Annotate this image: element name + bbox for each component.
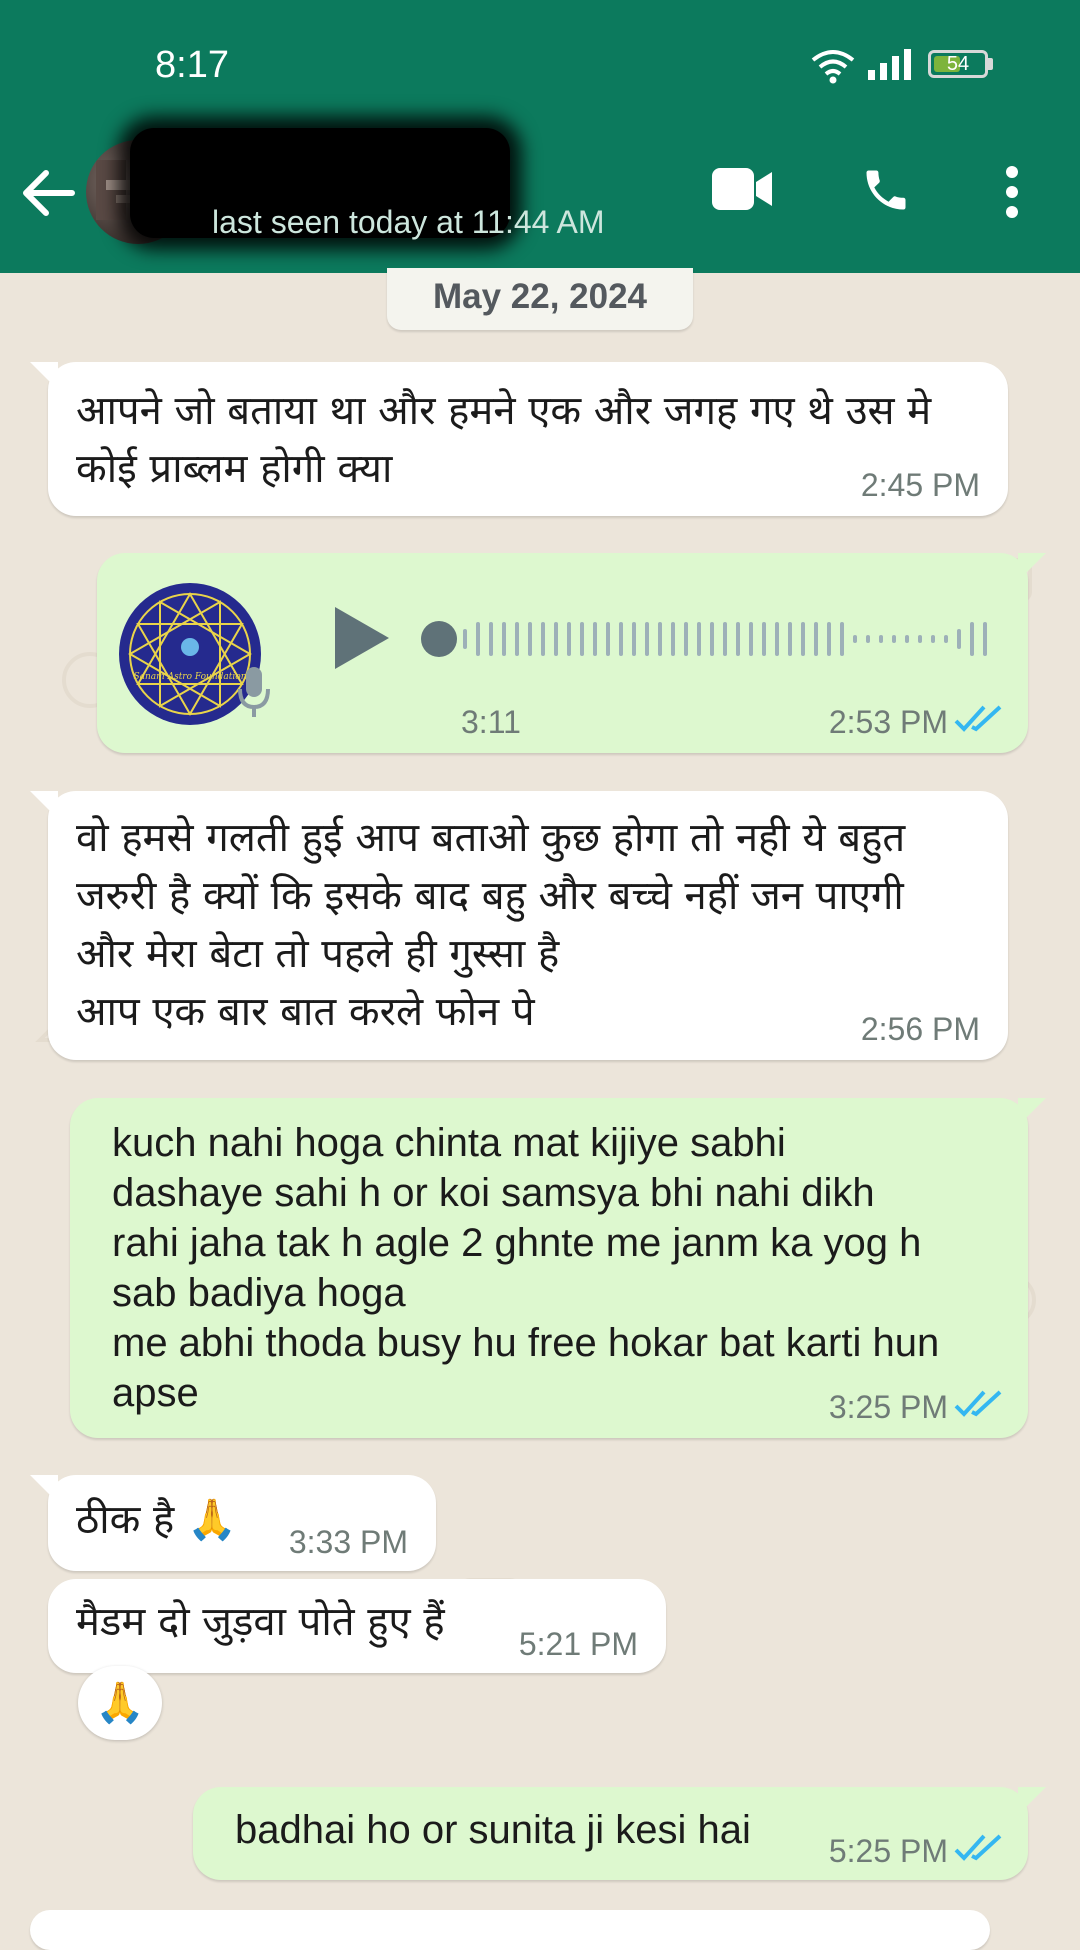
waveform-bar — [619, 622, 623, 656]
wifi-icon — [811, 50, 855, 84]
battery-level: 54 — [946, 53, 970, 75]
waveform-bar — [515, 622, 519, 656]
waveform-bar — [606, 622, 610, 656]
message-outgoing[interactable]: badhai ho or sunita ji kesi hai 5:25 PM — [193, 1787, 1046, 1880]
waveform-bar — [788, 622, 792, 656]
waveform-bar — [554, 622, 558, 656]
message-incoming[interactable]: ठीक है 🙏 3:33 PM — [30, 1475, 436, 1571]
voice-avatar-text: Sanam Astro Foundation — [133, 672, 246, 682]
waveform-bar — [463, 629, 467, 649]
waveform-bar — [970, 622, 974, 656]
message-time: 2:56 PM — [860, 1011, 980, 1047]
waveform-bar — [489, 622, 493, 656]
message-incoming-partial[interactable] — [30, 1910, 990, 1950]
waveform-bar — [931, 635, 935, 643]
back-arrow-icon[interactable] — [18, 165, 78, 221]
battery-icon: 54 — [928, 50, 988, 78]
message-incoming[interactable]: आपने जो बताया था और हमने एक और जगह गए थे… — [30, 362, 1008, 516]
waveform-bar — [671, 622, 675, 656]
waveform-bar — [918, 635, 922, 643]
status-time: 8:17 — [155, 44, 229, 86]
waveform-bar — [580, 622, 584, 656]
read-receipt-icon — [954, 1834, 1002, 1861]
waveform-bar — [905, 635, 909, 643]
waveform-bar — [593, 622, 597, 656]
waveform-bar — [736, 622, 740, 656]
waveform-bar — [632, 622, 636, 656]
voice-message[interactable]: Sanam Astro Foundation 3:11 2:53 PM — [97, 553, 1046, 753]
message-time: 2:45 PM — [860, 467, 980, 503]
waveform-bar — [645, 622, 649, 656]
read-receipt-icon — [954, 705, 1002, 732]
waveform-bar — [749, 622, 753, 656]
last-seen-status: last seen today at 11:44 AM — [212, 204, 605, 240]
read-receipt-icon — [954, 1390, 1002, 1417]
date-separator: May 22, 2024 — [387, 268, 693, 330]
waveform-bar — [775, 622, 779, 656]
phone-icon[interactable] — [860, 164, 912, 216]
waveform-bar — [853, 635, 857, 643]
microphone-icon — [238, 667, 270, 717]
waveform-bar — [814, 622, 818, 656]
waveform-bar — [827, 622, 831, 656]
message-time: 5:25 PM — [828, 1833, 948, 1869]
waveform-bar — [697, 622, 701, 656]
video-call-icon[interactable] — [712, 168, 772, 210]
message-text: kuch nahi hoga chinta mat kijiye sabhi d… — [112, 1121, 940, 1415]
signal-icon — [868, 49, 911, 80]
waveform-bar — [866, 635, 870, 643]
waveform-bar — [567, 622, 571, 656]
voice-duration: 3:11 — [461, 704, 521, 740]
voice-waveform[interactable] — [419, 613, 999, 665]
message-time: 5:21 PM — [518, 1626, 638, 1662]
waveform-bar — [723, 622, 727, 656]
play-icon[interactable] — [331, 605, 391, 671]
waveform-bar — [957, 629, 961, 649]
message-incoming[interactable]: मैडम दो जुड़वा पोते हुए हैं 5:21 PM — [48, 1579, 666, 1673]
waveform-bar — [528, 622, 532, 656]
waveform-bar — [710, 622, 714, 656]
waveform-bar — [840, 622, 844, 656]
message-time: 3:25 PM — [828, 1389, 948, 1425]
chat-header: 8:17 54 i last seen today at 11:44 AM — [0, 0, 1080, 273]
message-time: 3:33 PM — [288, 1524, 408, 1560]
waveform-bar — [476, 622, 480, 656]
message-time: 2:53 PM — [828, 704, 948, 740]
waveform-bar — [983, 622, 987, 656]
waveform-bar — [684, 622, 688, 656]
message-text: वो हमसे गलती हुई आप बताओ कुछ होगा तो नही… — [76, 815, 906, 1035]
waveform-bar — [762, 622, 766, 656]
waveform-bar — [879, 635, 883, 643]
message-incoming[interactable]: वो हमसे गलती हुई आप बताओ कुछ होगा तो नही… — [30, 791, 1008, 1060]
waveform-bar — [801, 622, 805, 656]
waveform-bar — [502, 622, 506, 656]
waveform-bar — [944, 635, 948, 643]
waveform-bar — [541, 622, 545, 656]
message-reaction[interactable]: 🙏 — [78, 1666, 162, 1740]
message-outgoing[interactable]: kuch nahi hoga chinta mat kijiye sabhi d… — [70, 1098, 1046, 1438]
voice-progress-knob — [421, 621, 457, 657]
message-text: आपने जो बताया था और हमने एक और जगह गए थे… — [76, 388, 932, 492]
waveform-bar — [892, 635, 896, 643]
waveform-bar — [658, 622, 662, 656]
more-vertical-icon[interactable] — [1000, 166, 1024, 218]
